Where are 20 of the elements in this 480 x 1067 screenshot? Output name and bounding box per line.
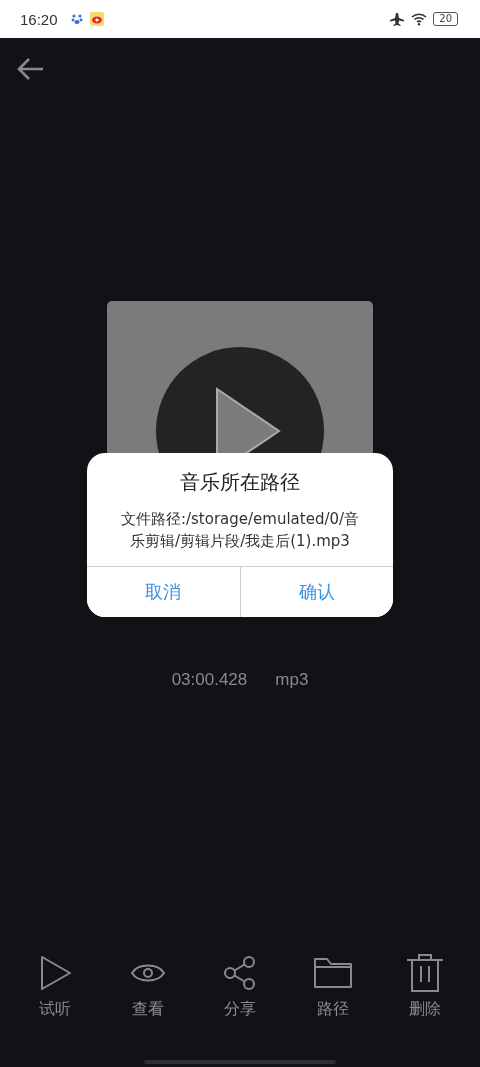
share-button[interactable]: 分享 — [210, 953, 270, 1020]
share-icon — [222, 953, 258, 993]
dialog-title: 音乐所在路径 — [179, 469, 301, 496]
back-arrow-icon[interactable] — [17, 57, 45, 81]
clock: 16:20 — [20, 10, 58, 28]
dialog-message: 文件路径:/storage/emulated/0/音乐剪辑/剪辑片段/我走后(1).mp3 — [119, 509, 361, 552]
battery-indicator: 20 — [433, 12, 458, 26]
wifi-icon — [411, 12, 428, 26]
view-button[interactable]: 查看 — [117, 953, 178, 1020]
play-button[interactable]: 试听 — [25, 953, 85, 1020]
play-icon — [38, 953, 72, 993]
airplane-icon — [389, 12, 406, 26]
cancel-button[interactable]: 取消 — [87, 567, 241, 617]
folder-button[interactable]: 路径 — [302, 953, 363, 1020]
eye-app-icon — [89, 12, 104, 26]
format-text: mp3 — [275, 670, 309, 690]
delete-button[interactable]: 删除 — [395, 953, 455, 1020]
paw-icon — [69, 12, 84, 26]
trash-icon — [406, 953, 444, 993]
duration-text: 03:00.428 — [171, 670, 248, 690]
